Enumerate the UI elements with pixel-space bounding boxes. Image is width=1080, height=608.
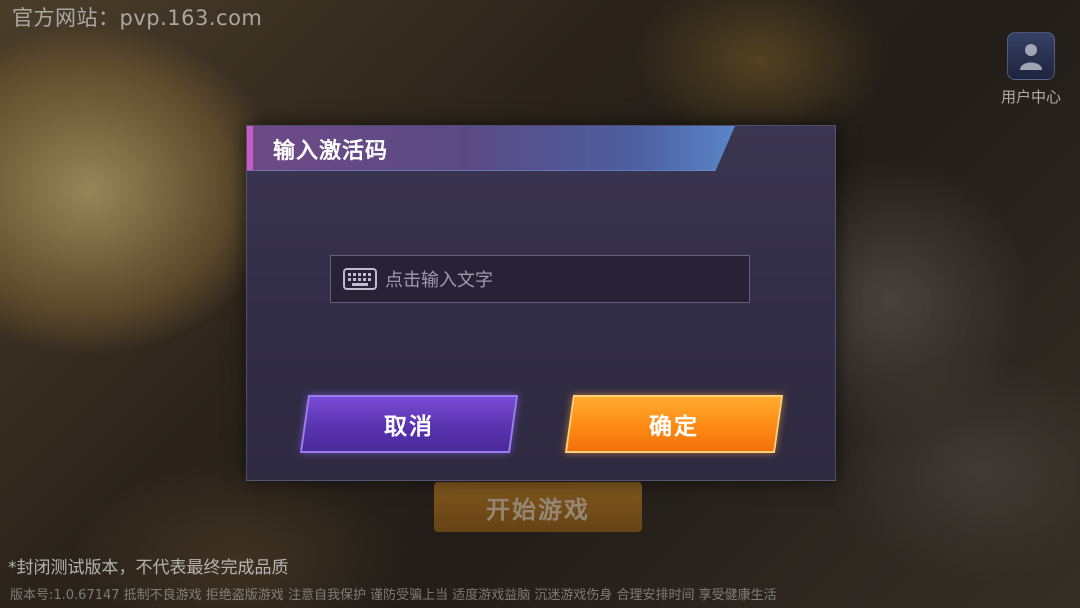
- user-icon: [1007, 32, 1055, 80]
- dialog-header-accent: [247, 126, 253, 170]
- user-center-button[interactable]: 用户中心: [990, 32, 1072, 107]
- start-game-button: 开始游戏: [434, 482, 642, 532]
- test-version-disclaimer: *封闭测试版本，不代表最终完成品质: [8, 558, 289, 578]
- keyboard-icon: [343, 268, 377, 290]
- cancel-button[interactable]: 取消: [299, 395, 519, 453]
- version-and-health-notice: 版本号:1.0.67147 抵制不良游戏 拒绝盗版游戏 注意自我保护 谨防受骗上…: [10, 588, 777, 603]
- dialog-title: 输入激活码: [273, 139, 389, 164]
- activation-code-input[interactable]: 点击输入文字: [330, 255, 750, 303]
- confirm-button-label: 确定: [649, 414, 699, 440]
- cancel-button-label: 取消: [384, 414, 434, 440]
- user-center-label: 用户中心: [1000, 88, 1061, 106]
- input-placeholder: 点击输入文字: [385, 270, 493, 291]
- official-site-url: 官方网站：pvp.163.com: [12, 6, 263, 30]
- activation-code-dialog: 输入激活码 点击输入文字 取消 确定: [246, 125, 836, 481]
- confirm-button[interactable]: 确定: [564, 395, 784, 453]
